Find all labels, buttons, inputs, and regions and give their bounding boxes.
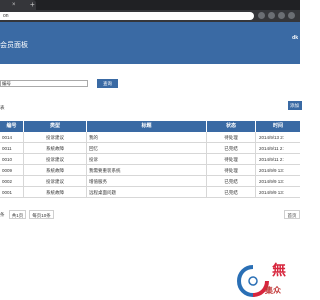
cell-type: 系统故障 xyxy=(24,165,87,176)
cell-type: 系统故障 xyxy=(24,187,87,198)
cell-title[interactable]: 我的 xyxy=(87,132,207,143)
address-bar[interactable]: on xyxy=(0,12,254,20)
cell-id: 0010 xyxy=(0,154,24,165)
section-label: 表 xyxy=(0,105,5,110)
address-text: on xyxy=(3,13,9,19)
new-tab-icon[interactable]: + xyxy=(30,1,35,9)
cell-title[interactable]: 远程桌面问题 xyxy=(87,187,207,198)
cell-id: 0009 xyxy=(0,165,24,176)
menu-icon[interactable] xyxy=(288,12,295,19)
column-header-type: 类型 xyxy=(24,121,87,132)
cell-type: 系统故障 xyxy=(24,143,87,154)
watermark-text-bottom: 集众 xyxy=(265,286,281,295)
page-title: 会员面板 xyxy=(0,42,28,49)
browser-bar: × + on xyxy=(0,0,300,22)
cell-id: 0001 xyxy=(0,187,24,198)
table-row[interactable]: 0014 投诉建议 我的 待处理 2014/9/13 2: xyxy=(0,132,300,143)
extension-icon[interactable] xyxy=(268,12,275,19)
search-field-select[interactable]: 编号 xyxy=(0,80,88,87)
watermark-text-top: 無 xyxy=(272,263,286,279)
toolbar-icons xyxy=(256,12,300,20)
cell-time: 2014/9/9 13: xyxy=(259,190,285,195)
table-row[interactable]: 0009 系统故障 我需要重装系统 待处理 2014/9/9 13: xyxy=(0,165,300,176)
page-header: 会员面板 dk xyxy=(0,22,300,64)
profile-icon[interactable] xyxy=(278,12,285,19)
close-tab-icon[interactable]: × xyxy=(12,1,16,9)
search-button[interactable]: 查询 xyxy=(97,79,118,88)
cell-title[interactable]: 回忆 xyxy=(87,143,207,154)
column-header-id: 编号 xyxy=(0,121,24,132)
cell-status: 已完结 xyxy=(207,143,256,154)
pager-per-page[interactable]: 每页10条 xyxy=(29,210,54,219)
watermark-logo: 無 集众 xyxy=(232,262,300,300)
pager-total-pages: 共1页 xyxy=(9,210,26,219)
column-header-status: 状态 xyxy=(207,121,256,132)
table-row[interactable]: 0010 投诉建议 投诉 待处理 2014/9/11 2: xyxy=(0,154,300,165)
cell-status: 待处理 xyxy=(207,154,256,165)
cell-time: 2014/9/11 2: xyxy=(259,157,284,162)
cell-time: 2014/9/13 2: xyxy=(259,135,285,140)
address-row: on xyxy=(0,10,300,22)
cell-title[interactable]: 投诉 xyxy=(87,154,207,165)
user-name[interactable]: dk xyxy=(292,35,298,41)
cell-status: 待处理 xyxy=(207,132,256,143)
column-header-title: 标题 xyxy=(87,121,207,132)
cell-id: 0002 xyxy=(0,176,24,187)
table-header: 编号 类型 标题 状态 时间 xyxy=(0,121,300,132)
cell-id: 0011 xyxy=(0,143,24,154)
cell-time: 2014/9/9 13: xyxy=(259,168,285,173)
table-row[interactable]: 0002 投诉建议 增值服务 已完结 2014/9/9 13: xyxy=(0,176,300,187)
cell-time: 2014/9/11 2: xyxy=(259,146,284,151)
cell-time: 2014/9/9 13: xyxy=(259,179,285,184)
pager-record-count: 条 xyxy=(0,212,5,217)
cell-status: 已完结 xyxy=(207,187,256,198)
cell-status: 已完结 xyxy=(207,176,256,187)
cell-type: 投诉建议 xyxy=(24,154,87,165)
cell-status: 待处理 xyxy=(207,165,256,176)
cell-type: 投诉建议 xyxy=(24,132,87,143)
pager-home-button[interactable]: 首页 xyxy=(284,210,300,219)
cell-id: 0014 xyxy=(0,132,24,143)
cell-title[interactable]: 增值服务 xyxy=(87,176,207,187)
column-header-time: 时间 xyxy=(272,123,283,129)
bookmark-icon[interactable] xyxy=(258,12,265,19)
table-row[interactable]: 0001 系统故障 远程桌面问题 已完结 2014/9/9 13: xyxy=(0,187,300,198)
cell-type: 投诉建议 xyxy=(24,176,87,187)
pagination: 条 共1页 每页10条 首页 xyxy=(0,210,300,219)
cell-title[interactable]: 我需要重装系统 xyxy=(87,165,207,176)
table-row[interactable]: 0011 系统故障 回忆 已完结 2014/9/11 2: xyxy=(0,143,300,154)
add-button[interactable]: 添加 xyxy=(288,101,302,110)
